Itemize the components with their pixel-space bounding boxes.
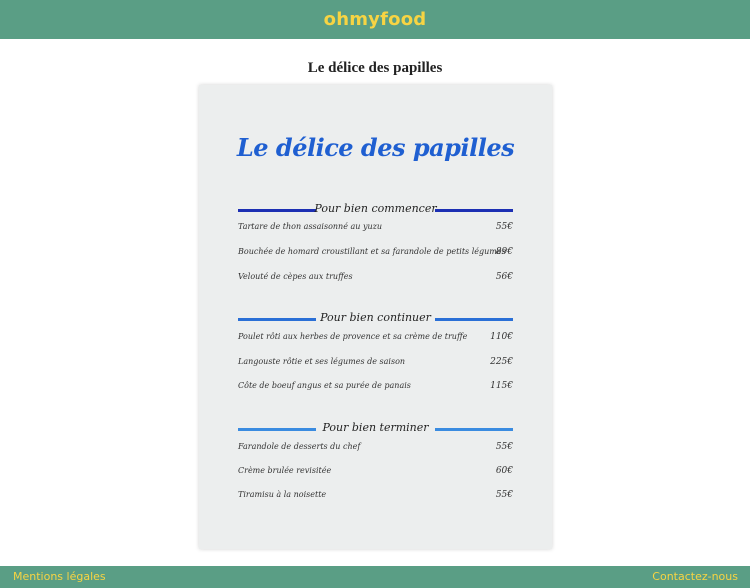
dish-price: 55€	[495, 490, 513, 500]
dish-price: 115€	[490, 381, 513, 391]
page-title: Le délice des papilles	[307, 60, 443, 76]
section-header: Pour bien commencer	[238, 200, 513, 220]
dish-name: Tartare de thon assaisonné au yuzu	[238, 222, 382, 231]
site-footer: Mentions légales Contactez-nous	[0, 566, 750, 588]
dish-price: 60€	[495, 466, 513, 476]
menu-item: Crème brulée revisitée 60€	[238, 466, 513, 482]
dish-name: Velouté de cèpes aux truffes	[238, 272, 353, 281]
dish-price: 110€	[490, 332, 513, 342]
menu-item: Farandole de desserts du chef 55€	[238, 442, 513, 458]
dish-name: Langouste rôtie et ses légumes de saison	[238, 357, 406, 366]
menu-item: Côte de boeuf angus et sa purée de panai…	[238, 381, 513, 397]
menu-item: Tiramisu à la noisette 55€	[238, 490, 513, 506]
dish-price: 55€	[495, 442, 513, 452]
dish-name: Farandole de desserts du chef	[238, 442, 361, 451]
dish-price: 56€	[495, 272, 513, 282]
section-divider-right	[435, 209, 513, 212]
section-header: Pour bien continuer	[238, 309, 513, 329]
menu-section-desserts: Pour bien terminer Farandole de desserts…	[238, 419, 513, 500]
dish-name: Côte de boeuf angus et sa purée de panai…	[238, 381, 411, 390]
menu-item: Poulet rôti aux herbes de provence et sa…	[238, 332, 513, 348]
dish-price: 89€	[495, 247, 513, 257]
menu-title: Le délice des papilles	[236, 133, 515, 162]
menu-item: Bouchée de homard croustillant et sa far…	[238, 247, 513, 263]
menu-section-starters: Pour bien commencer Tartare de thon assa…	[238, 200, 513, 282]
dish-name: Bouchée de homard croustillant et sa far…	[238, 247, 506, 256]
menu-item: Langouste rôtie et ses légumes de saison…	[238, 357, 513, 373]
section-header: Pour bien terminer	[238, 419, 513, 439]
site-header: ohmyfood	[0, 0, 750, 39]
dish-price: 55€	[495, 222, 513, 232]
contact-link[interactable]: Contactez-nous	[652, 570, 738, 583]
brand-logo[interactable]: ohmyfood	[324, 9, 427, 30]
dish-name: Tiramisu à la noisette	[238, 490, 327, 499]
dish-name: Crème brulée revisitée	[238, 466, 332, 475]
dish-name: Poulet rôti aux herbes de provence et sa…	[238, 332, 468, 341]
legal-notice-link[interactable]: Mentions légales	[13, 570, 106, 583]
menu-card: Le délice des papilles Pour bien commenc…	[199, 85, 552, 549]
section-divider-right	[435, 318, 513, 321]
menu-item: Tartare de thon assaisonné au yuzu 55€	[238, 222, 513, 238]
section-divider-right	[435, 428, 513, 431]
dish-price: 225€	[490, 357, 513, 367]
menu-item: Velouté de cèpes aux truffes 56€	[238, 272, 513, 288]
menu-section-mains: Pour bien continuer Poulet rôti aux herb…	[238, 309, 513, 391]
